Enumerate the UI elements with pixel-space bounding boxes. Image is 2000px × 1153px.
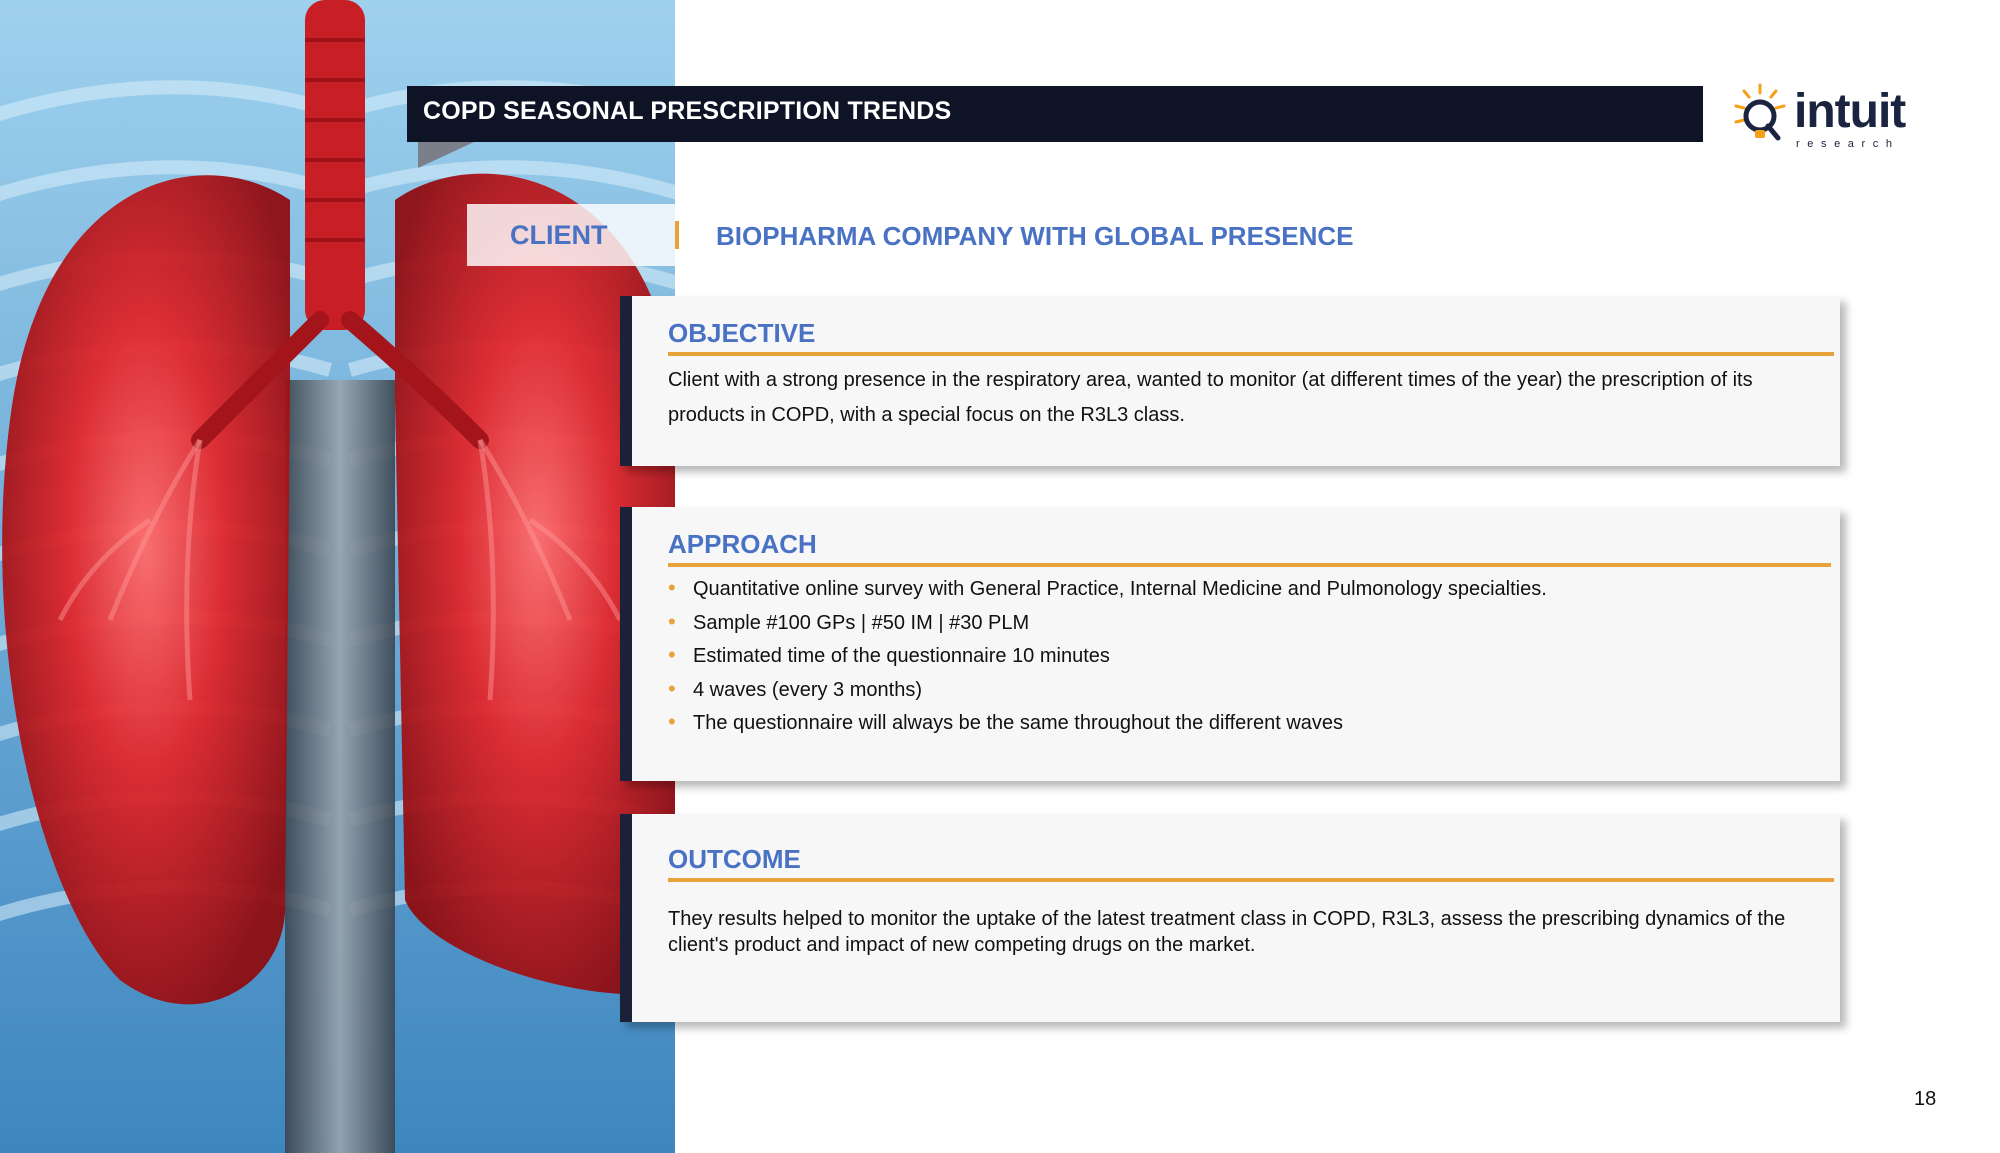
outcome-rule bbox=[668, 878, 1834, 882]
page-number: 18 bbox=[1914, 1088, 1937, 1110]
objective-heading: OBJECTIVE bbox=[668, 318, 816, 348]
list-item: Sample #100 GPs | #50 IM | #30 PLM bbox=[668, 605, 1798, 641]
logo-subtitle: research bbox=[1796, 138, 1900, 150]
list-item: 4 waves (every 3 months) bbox=[668, 672, 1798, 708]
client-label: CLIENT bbox=[510, 220, 608, 250]
list-item: Estimated time of the questionnaire 10 m… bbox=[668, 638, 1798, 674]
approach-list: Quantitative online survey with General … bbox=[668, 571, 1798, 741]
outcome-text: They results helped to monitor the uptak… bbox=[668, 908, 1786, 956]
approach-card: APPROACH Quantitative online survey with… bbox=[620, 507, 1840, 781]
objective-text: Client with a strong presence in the res… bbox=[668, 369, 1753, 426]
list-item: The questionnaire will always be the sam… bbox=[668, 705, 1798, 741]
lungs-illustration bbox=[0, 0, 675, 1153]
outcome-card: OUTCOME They results helped to monitor t… bbox=[620, 814, 1840, 1022]
objective-card: OBJECTIVE Client with a strong presence … bbox=[620, 296, 1840, 466]
list-item: Quantitative online survey with General … bbox=[668, 571, 1798, 607]
page-title: COPD SEASONAL PRESCRIPTION TRENDS bbox=[423, 97, 952, 125]
client-separator bbox=[675, 221, 679, 249]
outcome-heading: OUTCOME bbox=[668, 844, 801, 874]
approach-list-container: Quantitative online survey with General … bbox=[668, 571, 1798, 741]
client-value: BIOPHARMA COMPANY WITH GLOBAL PRESENCE bbox=[716, 221, 1354, 251]
logo-wordmark: intuit bbox=[1794, 85, 1906, 138]
objective-rule bbox=[668, 352, 1834, 356]
lungs-xray-image bbox=[0, 0, 675, 1153]
approach-heading: APPROACH bbox=[668, 529, 817, 559]
approach-rule bbox=[668, 563, 1831, 567]
title-bar-fold bbox=[418, 142, 474, 168]
